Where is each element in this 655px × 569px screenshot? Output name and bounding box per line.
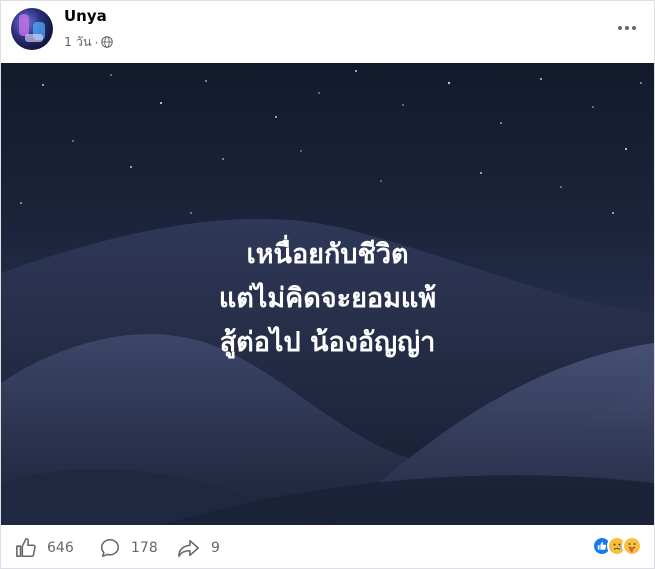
dot-icon (632, 26, 636, 30)
post-card: Unya 1 วัน · เหนื่อยกับชีวิต แต่ไม่คิดจะ… (0, 0, 655, 569)
post-meta: 1 วัน · (64, 32, 114, 52)
comment-button[interactable]: 178 (99, 537, 158, 559)
avatar[interactable] (11, 8, 53, 50)
image-caption: เหนื่อยกับชีวิต แต่ไม่คิดจะยอมแพ้ สู้ต่อ… (1, 233, 654, 365)
comment-count: 178 (131, 540, 158, 556)
post-image[interactable]: เหนื่อยกับชีวิต แต่ไม่คิดจะยอมแพ้ สู้ต่อ… (1, 63, 654, 525)
caption-line: เหนื่อยกับชีวิต (246, 239, 409, 270)
like-count: 646 (47, 540, 74, 556)
meta-separator: · (94, 34, 99, 50)
caption-line: สู้ต่อไป น้องอัญญ่า (219, 327, 436, 358)
post-time[interactable]: 1 วัน (64, 32, 92, 52)
post-footer: 646 178 9 (1, 525, 654, 569)
avatar-detail (19, 14, 29, 36)
thumbs-up-icon (16, 538, 36, 558)
reaction-summary[interactable] (592, 536, 642, 556)
share-icon (178, 539, 199, 558)
care-icon (622, 536, 642, 556)
like-button[interactable]: 646 (15, 537, 74, 559)
dot-icon (625, 26, 629, 30)
share-count: 9 (211, 540, 220, 556)
avatar-detail (25, 34, 43, 42)
comment-icon (100, 538, 120, 558)
stars (20, 70, 642, 214)
share-button[interactable]: 9 (177, 537, 220, 559)
globe-icon[interactable] (101, 36, 114, 48)
post-header: Unya 1 วัน · (1, 1, 654, 63)
dot-icon (618, 26, 622, 30)
caption-line: แต่ไม่คิดจะยอมแพ้ (218, 283, 437, 314)
author-name[interactable]: Unya (64, 7, 107, 25)
more-options-button[interactable] (614, 15, 640, 41)
